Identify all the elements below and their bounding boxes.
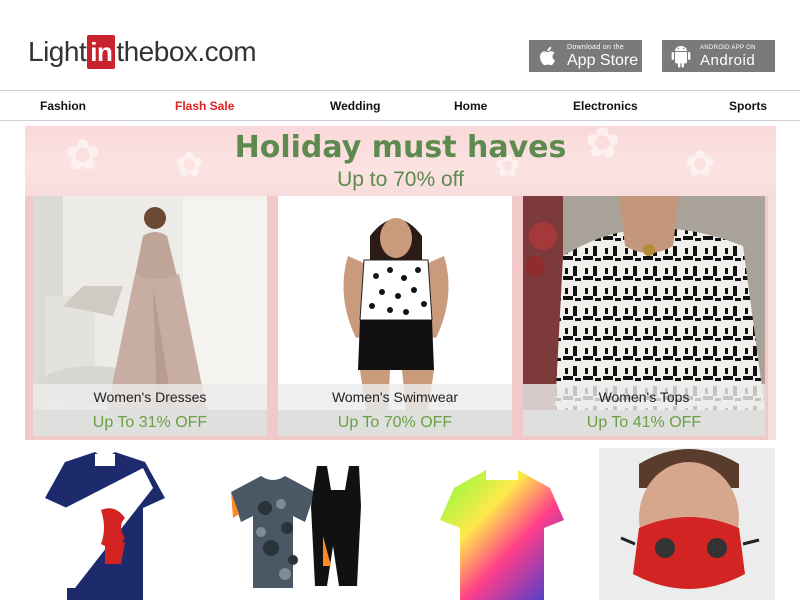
logo-text-com: .com bbox=[197, 36, 257, 67]
swimwear-photo bbox=[278, 196, 512, 410]
nav-flash-sale[interactable]: Flash Sale bbox=[175, 99, 234, 113]
tops-photo bbox=[523, 196, 765, 410]
product-scotland-jersey[interactable] bbox=[45, 448, 165, 600]
card-label: Women's Swimwear bbox=[278, 384, 512, 410]
logo-text-thebox: thebox bbox=[116, 36, 198, 67]
category-card-dresses[interactable]: Women's Dresses Up To 31% OFF bbox=[25, 196, 270, 440]
product-neon-jersey[interactable] bbox=[438, 448, 568, 600]
nav-sports[interactable]: Sports bbox=[729, 99, 767, 113]
banner-title: Holiday must haves bbox=[234, 130, 567, 165]
card-offer: Up To 41% OFF bbox=[523, 410, 765, 436]
card-offer: Up To 31% OFF bbox=[33, 410, 267, 436]
app-store-small-label: Download on the bbox=[567, 43, 625, 51]
holiday-promo-banner[interactable]: ✿ ✿ ✿ ✿ ✿ Holiday must haves Up to 70% o… bbox=[25, 126, 776, 440]
nav-fashion[interactable]: Fashion bbox=[40, 99, 86, 113]
logo-text-in: in bbox=[87, 35, 116, 69]
android-label: Android bbox=[700, 51, 756, 69]
banner-header: ✿ ✿ ✿ ✿ ✿ Holiday must haves Up to 70% o… bbox=[25, 126, 776, 196]
site-logo[interactable]: Light in thebox .com bbox=[28, 34, 257, 70]
banner-subtitle: Up to 70% off bbox=[337, 168, 464, 191]
dress-photo bbox=[33, 196, 267, 410]
android-small-label: ANDROID APP ON bbox=[700, 44, 756, 51]
category-nav: Fashion Flash Sale Wedding Home Electron… bbox=[0, 90, 800, 121]
product-camo-cycling-kit[interactable] bbox=[225, 448, 385, 600]
nav-home[interactable]: Home bbox=[454, 99, 487, 113]
logo-text-light: Light bbox=[28, 36, 87, 67]
product-sports-face-mask[interactable] bbox=[599, 448, 775, 600]
app-store-label: App Store bbox=[567, 51, 639, 69]
header: Light in thebox .com Download on the App St… bbox=[0, 0, 800, 90]
nav-electronics[interactable]: Electronics bbox=[573, 99, 638, 113]
card-label: Women's Dresses bbox=[33, 384, 267, 410]
app-store-button[interactable]: Download on the App Store bbox=[529, 40, 642, 72]
category-card-tops[interactable]: Women's Tops Up To 41% OFF bbox=[515, 196, 768, 440]
android-app-button[interactable]: ANDROID APP ON Android bbox=[662, 40, 775, 72]
nav-wedding[interactable]: Wedding bbox=[330, 99, 380, 113]
android-icon bbox=[670, 45, 692, 68]
card-offer: Up To 70% OFF bbox=[278, 410, 512, 436]
card-label: Women's Tops bbox=[523, 384, 765, 410]
apple-icon bbox=[537, 45, 559, 67]
category-card-swimwear[interactable]: Women's Swimwear Up To 70% OFF bbox=[270, 196, 515, 440]
